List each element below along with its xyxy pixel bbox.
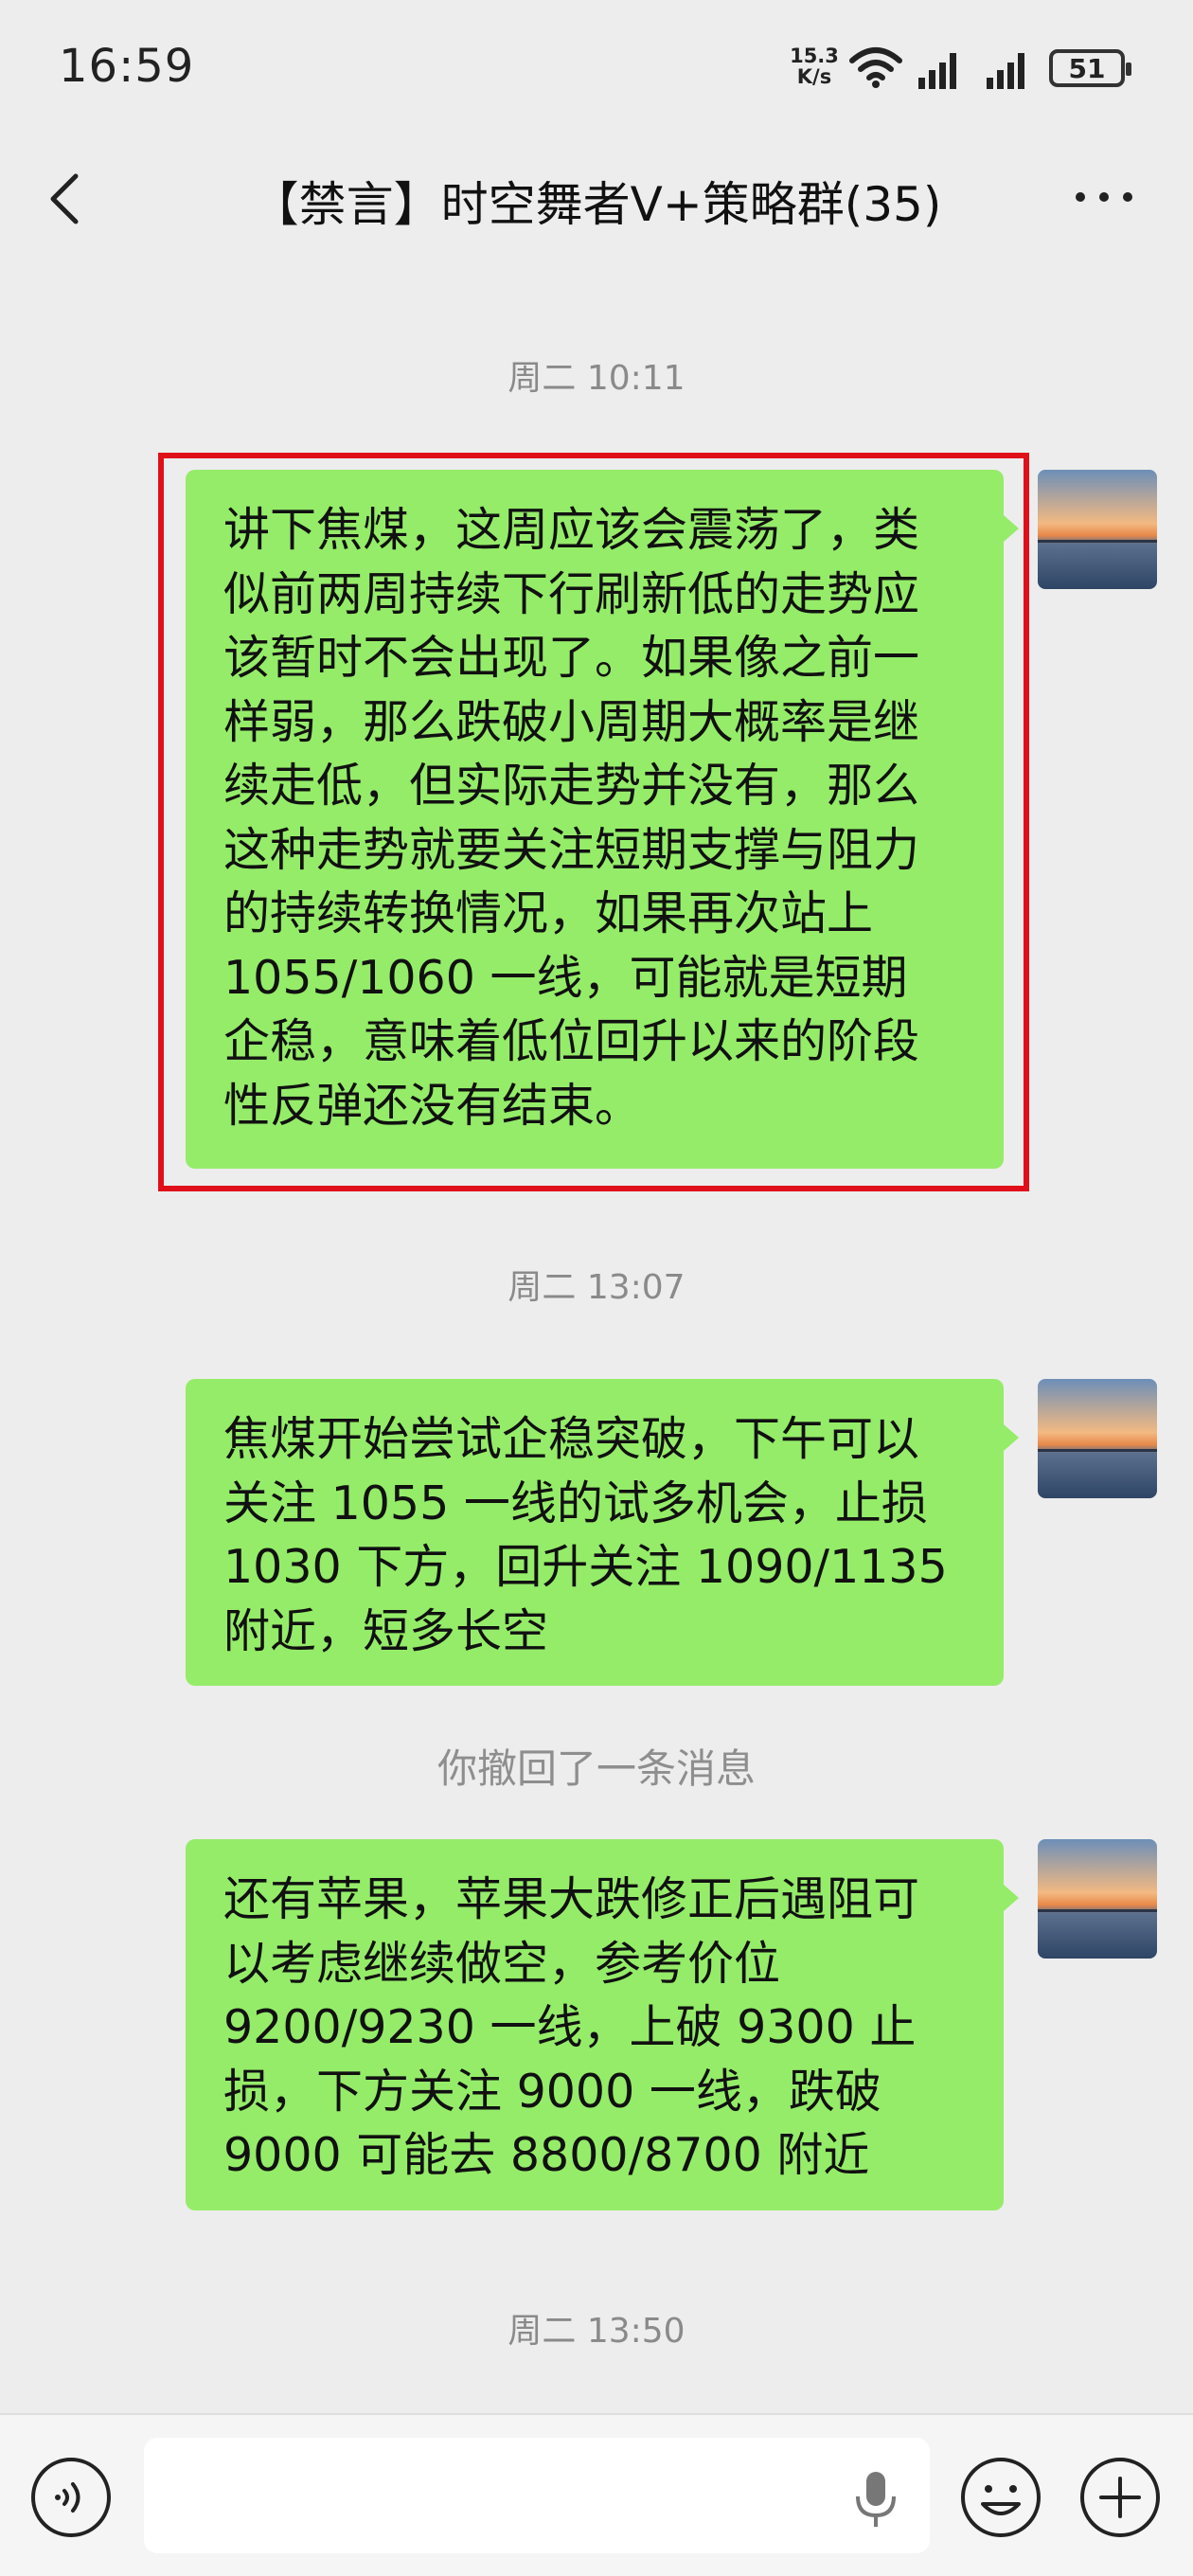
message-line: 9200/9230 一线，上破 9300 止 [223, 2000, 917, 2054]
message-timestamp: 周二 13:50 [507, 2312, 686, 2351]
message-line: 焦煤开始尝试企稳突破，下午可以 [223, 1412, 920, 1466]
battery-icon: 51 [1049, 49, 1131, 87]
wifi-icon [849, 47, 902, 88]
message-line: 该暂时不会出现了。如果像之前一 [223, 631, 920, 685]
message-bubble[interactable]: 还有苹果，苹果大跌修正后遇阻可 以考虑继续做空，参考价位 9200/9230 一… [186, 1839, 1004, 2210]
message-bubble[interactable]: 讲下焦煤，这周应该会震荡了，类 似前两周持续下行刷新低的走势应 该暂时不会出现了… [186, 470, 1004, 1169]
avatar[interactable] [1038, 470, 1157, 589]
emoji-icon[interactable] [958, 2455, 1043, 2540]
bubble-tail [1004, 1885, 1019, 1911]
signal-icon [987, 53, 1024, 89]
message-line: 附近，短多长空 [223, 1603, 549, 1658]
message-line: 企稳，意味着低位回升以来的阶段 [223, 1014, 920, 1068]
avatar[interactable] [1038, 1839, 1157, 1959]
message-line: 似前两周持续下行刷新低的走势应 [223, 566, 920, 621]
message-input[interactable] [144, 2438, 930, 2553]
chat-header: 【禁言】时空舞者V+策略群(35) [0, 133, 1193, 265]
chevron-left-icon[interactable] [45, 170, 83, 227]
message-line: 续走低，但实际走势并没有，那么 [223, 759, 920, 813]
message-bubble[interactable]: 焦煤开始尝试企稳突破，下午可以 关注 1055 一线的试多机会，止损 1030 … [186, 1379, 1004, 1686]
network-speed-value: 15.3 [790, 45, 839, 67]
message-line: 1055/1060 一线，可能就是短期 [223, 950, 908, 1005]
message-line: 9000 可能去 8800/8700 附近 [223, 2128, 870, 2182]
status-bar: 16:59 15.3 K/s 51 [0, 0, 1193, 133]
recall-notice: 你撤回了一条消息 [436, 1745, 756, 1792]
message-line: 的持续转换情况，如果再次站上 [223, 886, 874, 940]
status-time: 16:59 [59, 40, 195, 93]
message-line: 损，下方关注 9000 一线，跌破 [223, 2064, 881, 2119]
signal-icon [918, 53, 956, 89]
message-line: 性反弹还没有结束。 [223, 1078, 642, 1133]
avatar[interactable] [1038, 1379, 1157, 1498]
sunset-avatar-image [1038, 1379, 1157, 1498]
voice-toggle-icon[interactable] [28, 2455, 114, 2540]
sunset-avatar-image [1038, 470, 1157, 589]
input-bar [0, 2413, 1193, 2576]
message-line: 这种走势就要关注短期支撑与阻力 [223, 822, 920, 877]
bubble-tail [1004, 1424, 1019, 1451]
network-speed: 15.3 K/s [788, 45, 841, 87]
message-line: 1030 下方，回升关注 1090/1135 [223, 1540, 948, 1594]
network-speed-unit: K/s [796, 65, 832, 88]
sunset-avatar-image [1038, 1839, 1157, 1959]
more-dots-icon[interactable] [1074, 189, 1134, 205]
message-line: 以考虑继续做空，参考价位 [223, 1936, 781, 1991]
chat-title: 【禁言】时空舞者V+策略群(35) [251, 177, 942, 232]
battery-level: 51 [1068, 52, 1106, 84]
plus-icon[interactable] [1077, 2455, 1163, 2540]
message-line: 关注 1055 一线的试多机会，止损 [223, 1476, 928, 1530]
bubble-tail [1004, 515, 1019, 542]
message-line: 样弱，那么跌破小周期大概率是继 [223, 694, 920, 749]
message-line: 还有苹果，苹果大跌修正后遇阻可 [223, 1872, 920, 1926]
message-timestamp: 周二 13:07 [507, 1268, 686, 1307]
microphone-icon[interactable] [852, 2468, 899, 2531]
message-line: 讲下焦煤，这周应该会震荡了，类 [223, 503, 920, 557]
message-timestamp: 周二 10:11 [507, 359, 686, 398]
